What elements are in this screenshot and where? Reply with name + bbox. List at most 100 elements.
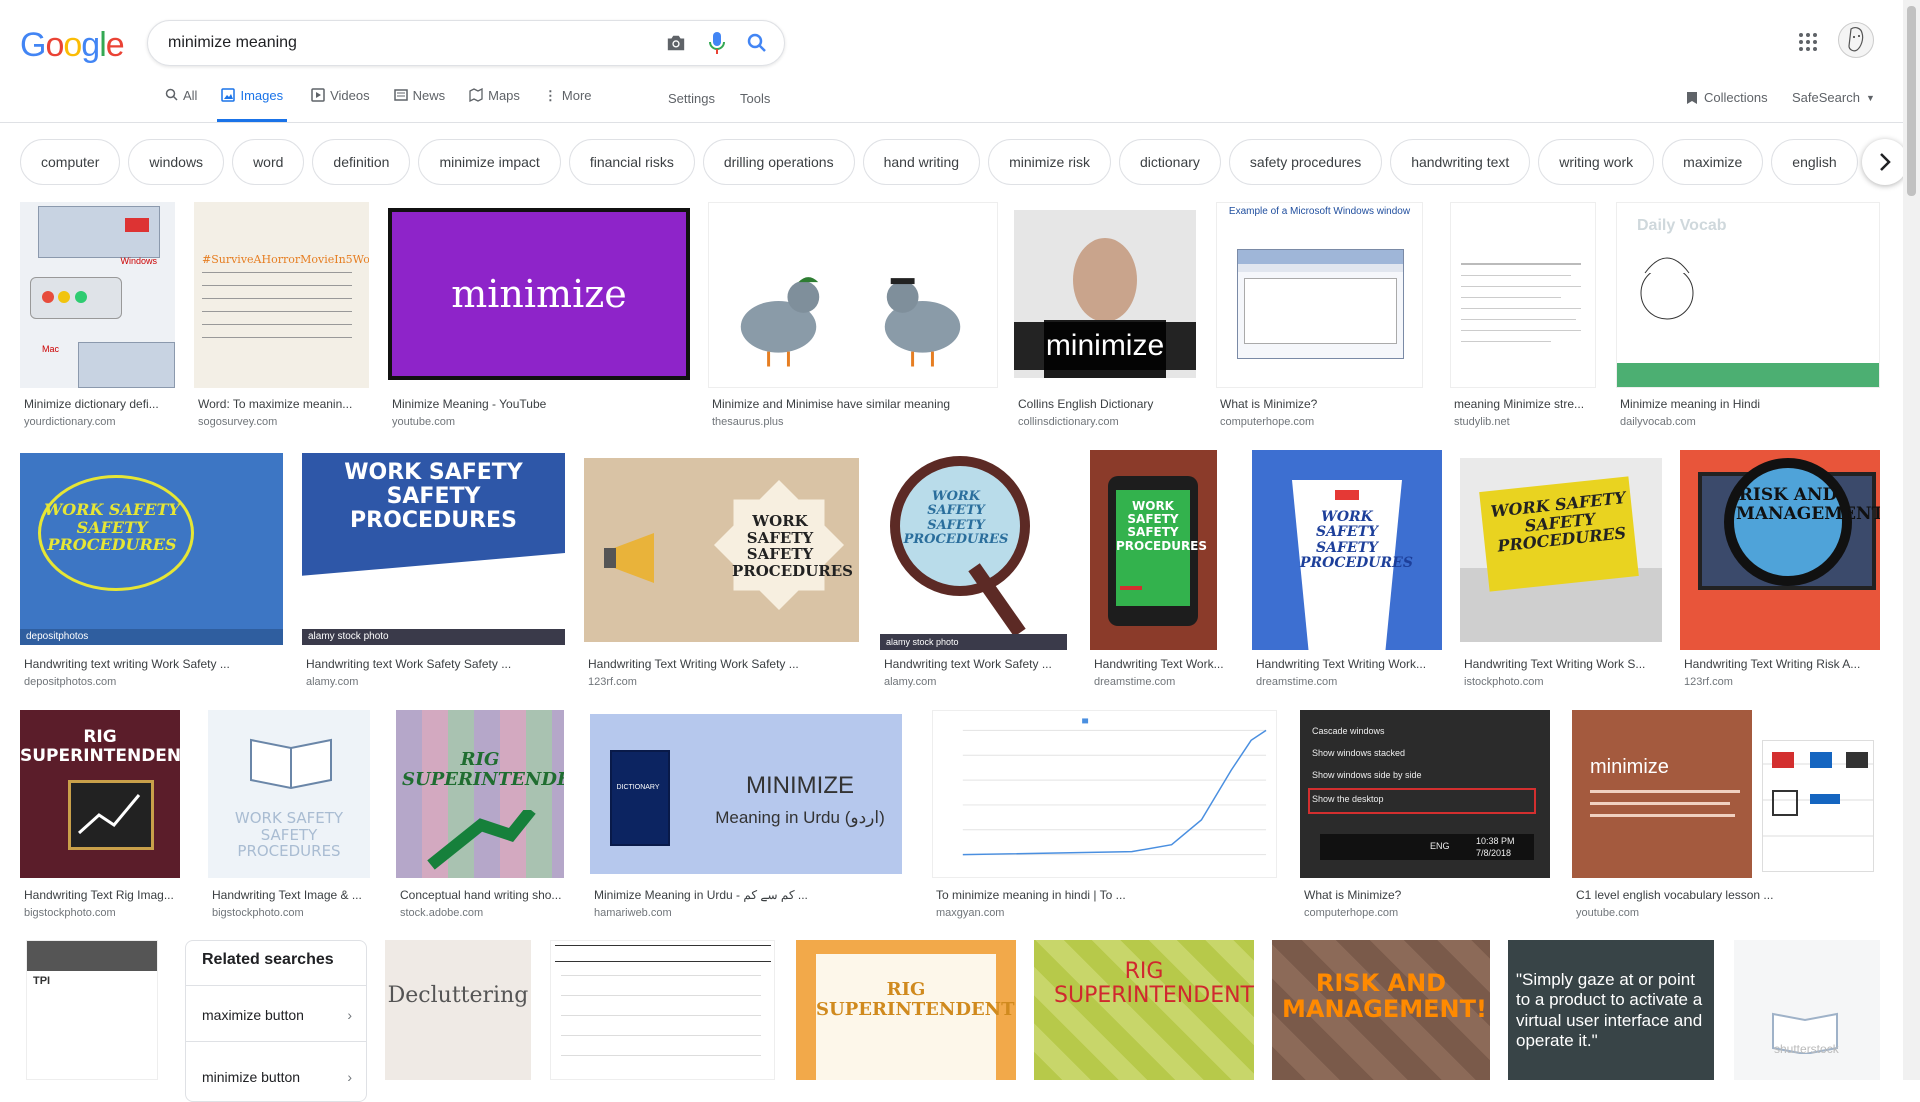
related-item[interactable]: maximize button › [202, 1007, 352, 1023]
result-source: istockphoto.com [1464, 676, 1544, 688]
thumbnail: "Simply gaze at or point to a product to… [1508, 940, 1714, 1080]
chip-maximize[interactable]: maximize [1662, 139, 1764, 185]
cascade-item: Show the desktop [1312, 794, 1384, 804]
chips-next-button[interactable] [1862, 139, 1908, 185]
dictionary-label: DICTIONARY [616, 784, 660, 791]
chip-drilling-operations[interactable]: drilling operations [702, 139, 855, 185]
result-source: computerhope.com [1304, 907, 1399, 919]
tab-images[interactable]: Images [217, 88, 288, 122]
chevron-right-icon [1880, 153, 1891, 171]
result-title: Handwriting Text Rig Imag... [24, 888, 174, 902]
chip-english[interactable]: english [1771, 139, 1858, 185]
apps-grid-icon[interactable] [1796, 30, 1820, 54]
safesearch-link[interactable]: SafeSearch ▼ [1792, 90, 1875, 105]
search-icon [165, 88, 178, 101]
result-title: Collins English Dictionary [1018, 397, 1154, 411]
tab-maps[interactable]: Maps [469, 88, 520, 122]
thumbnail [932, 710, 1277, 878]
related-item-label: minimize button [202, 1069, 301, 1085]
result-title: Handwriting Text Image & ... [212, 888, 362, 902]
google-logo[interactable]: Google [20, 26, 125, 65]
result-source: youtube.com [392, 416, 455, 428]
thumbnail: TPI [26, 940, 158, 1080]
thumbnail: RISK AND MANAGEMENT! [1680, 450, 1880, 650]
related-searches-title: Related searches [202, 951, 334, 968]
result-title: Minimize and Minimise have similar meani… [712, 397, 951, 411]
result-source: depositphotos.com [24, 676, 117, 688]
work-safety-text: WORK SAFETY SAFETY PROCEDURES [234, 809, 344, 860]
result-title: Handwriting Text Writing Work S... [1464, 657, 1646, 671]
scrollbar-thumb[interactable] [1907, 6, 1916, 196]
c1-word: minimize [1590, 756, 1669, 778]
map-icon [469, 88, 483, 102]
logo-letter: g [81, 26, 100, 64]
chip-safety-procedures[interactable]: safety procedures [1228, 139, 1383, 185]
result-title: Handwriting text Work Safety ... [884, 657, 1052, 671]
result-source: collinsdictionary.com [1018, 416, 1119, 428]
thumbnail: DICTIONARY MINIMIZE Meaning in Urdu (ارد… [590, 714, 902, 874]
camera-icon[interactable] [664, 31, 688, 55]
microphone-icon[interactable] [705, 31, 729, 55]
chip-writing-work[interactable]: writing work [1538, 139, 1655, 185]
chevron-right-icon: › [347, 1007, 352, 1023]
settings-link[interactable]: Settings [668, 91, 715, 106]
collections-link[interactable]: Collections [1686, 90, 1768, 105]
chip-financial-risks[interactable]: financial risks [568, 139, 695, 185]
thumbnail: Decluttering [385, 940, 531, 1080]
chip-computer[interactable]: computer [20, 139, 121, 185]
tab-news[interactable]: News [393, 88, 445, 122]
result-title: Handwriting Text Writing Work Safety ... [588, 657, 799, 671]
chevron-right-icon: › [347, 1069, 352, 1085]
quote-text: "Simply gaze at or point to a product to… [1516, 970, 1703, 1051]
meaning-subheading: Meaning in Urdu (اردو) [715, 808, 885, 827]
tab-all[interactable]: All [165, 88, 197, 122]
collections-label: Collections [1704, 90, 1768, 105]
result-title: C1 level english vocabulary lesson ... [1576, 888, 1774, 902]
tools-link[interactable]: Tools [740, 91, 770, 106]
video-icon [311, 88, 325, 102]
related-item-label: maximize button [202, 1007, 304, 1023]
result-title: Minimize Meaning in Urdu - کم سے کم ... [594, 888, 808, 902]
related-item[interactable]: minimize button › [202, 1069, 352, 1085]
mac-label: Mac [42, 344, 60, 354]
tab-label: Images [240, 88, 284, 103]
chip-dictionary[interactable]: dictionary [1118, 139, 1221, 185]
chip-definition[interactable]: definition [312, 139, 411, 185]
tab-more[interactable]: ⋮ More [544, 88, 592, 122]
result-source: dailyvocab.com [1620, 416, 1696, 428]
page-scrollbar[interactable] [1903, 0, 1920, 1080]
chip-hand-writing[interactable]: hand writing [862, 139, 981, 185]
result-title: Minimize dictionary defi... [24, 397, 159, 411]
result-source: alamy.com [306, 676, 359, 688]
tab-videos[interactable]: Videos [311, 88, 370, 122]
work-safety-text: WORK SAFETY SAFETY PROCEDURES [732, 512, 854, 580]
risk-text: RISK AND MANAGEMENT! [1282, 969, 1487, 1024]
depositphotos-label: depositphotos [20, 629, 283, 645]
result-title: Handwriting Text Writing Risk A... [1684, 657, 1861, 671]
chip-word[interactable]: word [232, 139, 305, 185]
result-title: What is Minimize? [1220, 397, 1318, 411]
avatar[interactable] [1838, 22, 1874, 58]
thumbnail: Cascade windows Show windows stacked Sho… [1300, 710, 1550, 878]
result-title: meaning Minimize stre... [1454, 397, 1585, 411]
work-safety-text: WORK SAFETY SAFETY PROCEDURES [1300, 509, 1413, 572]
result-title: Word: To maximize meanin... [198, 397, 353, 411]
search-icon[interactable] [745, 31, 769, 55]
tray-time: 10:38 PM [1476, 836, 1515, 846]
result-source: dreamstime.com [1094, 676, 1176, 688]
search-tabs: All Images Videos News Maps ⋮ More [165, 88, 616, 122]
chip-minimize-risk[interactable]: minimize risk [988, 139, 1111, 185]
result-title: Handwriting text Work Safety Safety ... [306, 657, 512, 671]
more-dots-icon: ⋮ [543, 88, 557, 103]
chip-minimize-impact[interactable]: minimize impact [418, 139, 561, 185]
cascade-item: Show windows side by side [1312, 770, 1422, 780]
thumbnail: WORK SAFETY SAFETY PROCEDURES [1252, 450, 1442, 650]
chip-handwriting-text[interactable]: handwriting text [1390, 139, 1531, 185]
result-source: sogosurvey.com [198, 416, 278, 428]
decluttering-title: Decluttering [387, 982, 529, 1008]
work-safety-text: WORK SAFETY SAFETY PROCEDURES [344, 460, 523, 534]
chip-windows[interactable]: windows [128, 139, 225, 185]
rig-text: RIG SUPERINTENDENT! [1054, 959, 1254, 1009]
search-input[interactable] [166, 29, 620, 57]
thumbnail: RIG SUPERINTENDENT! [396, 710, 564, 878]
